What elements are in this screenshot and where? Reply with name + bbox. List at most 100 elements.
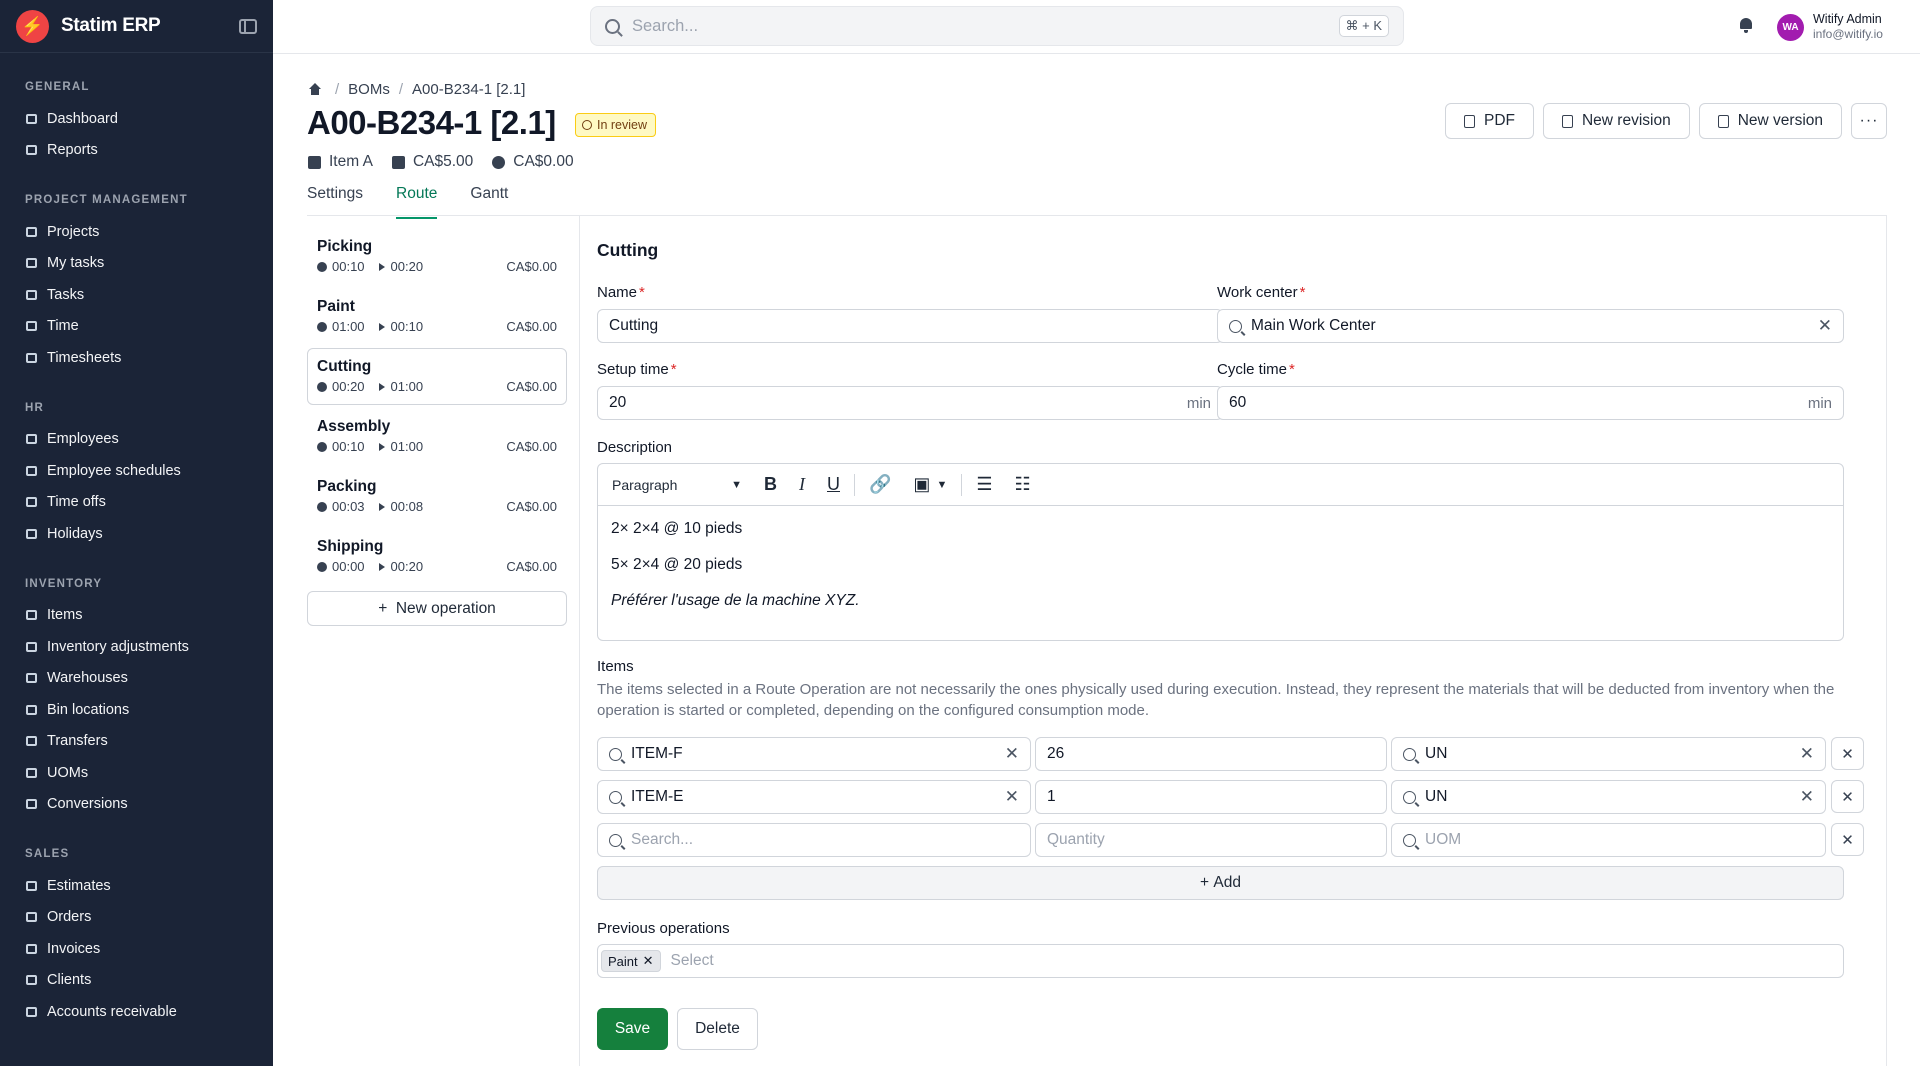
remove-row-button[interactable]: ✕: [1831, 737, 1864, 770]
bell-icon[interactable]: [1739, 18, 1753, 33]
bolt-logo-icon[interactable]: ⚡: [16, 9, 49, 43]
operation-item[interactable]: Picking 00:10 00:20 CA$0.00: [307, 228, 567, 285]
work-center-value: Main Work Center: [1251, 317, 1376, 334]
sidebar-item-conversions[interactable]: Conversions: [0, 789, 273, 821]
image-upload-icon[interactable]: ▣: [913, 474, 930, 495]
operation-item[interactable]: Packing 00:03 00:08 CA$0.00: [307, 468, 567, 525]
previous-operations-label: Previous operations: [597, 920, 730, 937]
ordered-list-icon[interactable]: ☰: [976, 474, 992, 495]
user-menu[interactable]: Witify Admin info@witify.io: [1813, 12, 1883, 42]
italic-icon[interactable]: I: [799, 474, 805, 495]
sidebar-item-dashboard[interactable]: Dashboard: [0, 103, 273, 135]
clear-icon[interactable]: ✕: [1800, 744, 1814, 764]
operation-item[interactable]: Paint 01:00 00:10 CA$0.00: [307, 288, 567, 345]
operation-form: Cutting Name * Cutting Work center * Main …: [579, 215, 1887, 1066]
new-revision-button[interactable]: New revision: [1542, 103, 1690, 139]
tab-route[interactable]: Route: [396, 185, 438, 219]
play-icon: [378, 262, 385, 271]
sidebar-item-employee-schedules[interactable]: Employee schedules: [0, 455, 273, 487]
chevron-down-icon[interactable]: ▼: [936, 479, 947, 491]
sidebar-item-clients[interactable]: Clients: [0, 965, 273, 997]
underline-icon[interactable]: U: [827, 474, 840, 495]
sidebar-item-label: Clients: [47, 972, 92, 989]
operation-item[interactable]: Assembly 00:10 01:00 CA$0.00: [307, 408, 567, 465]
new-operation-button[interactable]: + New operation: [307, 591, 567, 626]
sidebar-item-label: Transfers: [47, 733, 108, 750]
bold-icon[interactable]: B: [764, 474, 777, 495]
sidebar-item-holidays[interactable]: Holidays: [0, 518, 273, 550]
remove-row-button[interactable]: ✕: [1831, 823, 1864, 856]
quantity-input[interactable]: Quantity: [1035, 823, 1387, 857]
item-select[interactable]: ITEM-E ✕: [597, 780, 1031, 814]
avatar[interactable]: WA: [1777, 14, 1804, 41]
save-button[interactable]: Save: [597, 1008, 668, 1050]
sidebar-item-timesheets[interactable]: Timesheets: [0, 342, 273, 374]
play-icon: [378, 562, 385, 571]
sidebar-item-my-tasks[interactable]: My tasks: [0, 248, 273, 280]
bullet-list-icon[interactable]: ☷: [1014, 474, 1030, 495]
sidebar-toggle-icon[interactable]: [239, 18, 257, 34]
operation-cycle-time: 00:20: [390, 559, 424, 574]
clear-icon[interactable]: ✕: [1800, 787, 1814, 807]
more-options-button[interactable]: ···: [1851, 103, 1887, 139]
new-version-button[interactable]: New version: [1698, 103, 1842, 139]
add-item-button[interactable]: + Add: [597, 866, 1844, 900]
operation-item[interactable]: Shipping 00:00 00:20 CA$0.00: [307, 528, 567, 585]
tab-settings[interactable]: Settings: [307, 185, 363, 219]
work-center-label: Work center *: [1217, 284, 1305, 301]
sidebar-item-accounts-receivable[interactable]: Accounts receivable: [0, 996, 273, 1028]
tab-gantt[interactable]: Gantt: [470, 185, 508, 219]
cycle-time-input[interactable]: 60 min: [1217, 386, 1844, 420]
breadcrumb-current: A00-B234-1 [2.1]: [412, 81, 526, 98]
uom-input[interactable]: UOM: [1391, 823, 1826, 857]
item-search-input[interactable]: Search...: [597, 823, 1031, 857]
sidebar-item-time-offs[interactable]: Time offs: [0, 487, 273, 519]
clear-icon[interactable]: ✕: [1818, 316, 1832, 336]
description-content[interactable]: 2× 2×4 @ 10 pieds 5× 2×4 @ 20 pieds Préf…: [598, 506, 1843, 640]
sidebar-item-tasks[interactable]: Tasks: [0, 279, 273, 311]
sidebar-item-estimates[interactable]: Estimates: [0, 870, 273, 902]
sidebar-item-reports[interactable]: Reports: [0, 135, 273, 167]
link-icon[interactable]: 🔗: [869, 474, 891, 495]
clear-icon[interactable]: ✕: [1005, 787, 1019, 807]
sidebar-item-warehouses[interactable]: Warehouses: [0, 663, 273, 695]
uom-select[interactable]: UN ✕: [1391, 737, 1826, 771]
previous-operations-select[interactable]: Paint ✕ Select: [597, 944, 1844, 978]
uom-select[interactable]: UN ✕: [1391, 780, 1826, 814]
sidebar-item-orders[interactable]: Orders: [0, 902, 273, 934]
breadcrumb-boms[interactable]: BOMs: [348, 81, 390, 98]
sidebar-item-label: Reports: [47, 142, 98, 159]
sidebar-item-projects[interactable]: Projects: [0, 216, 273, 248]
sidebar-item-invoices[interactable]: Invoices: [0, 933, 273, 965]
sidebar-item-uoms[interactable]: UOMs: [0, 757, 273, 789]
pdf-button[interactable]: PDF: [1444, 103, 1534, 139]
setup-time-value: 20: [609, 394, 627, 411]
work-center-select[interactable]: Main Work Center ✕: [1217, 309, 1844, 343]
clear-icon[interactable]: ✕: [1005, 744, 1019, 764]
toolbar-divider: [854, 473, 855, 496]
sidebar-item-inventory-adjustments[interactable]: Inventory adjustments: [0, 631, 273, 663]
operation-cycle-time: 00:10: [390, 319, 424, 334]
sidebar-item-time[interactable]: Time: [0, 311, 273, 343]
operation-meta: 00:20 01:00 CA$0.00: [317, 379, 557, 394]
name-input[interactable]: Cutting: [597, 309, 1223, 343]
remove-chip-icon[interactable]: ✕: [643, 953, 654, 969]
operation-item[interactable]: Cutting 00:20 01:00 CA$0.00: [307, 348, 567, 405]
quantity-input[interactable]: 26: [1035, 737, 1387, 771]
delete-button[interactable]: Delete: [677, 1008, 758, 1050]
operations-list: Picking 00:10 00:20 CA$0.00 Paint 01:00 00:10 C…: [307, 228, 567, 626]
sidebar-item-transfers[interactable]: Transfers: [0, 726, 273, 758]
quantity-input[interactable]: 1: [1035, 780, 1387, 814]
global-search[interactable]: Search... ⌘ + K: [590, 6, 1404, 46]
operation-setup-time: 00:20: [332, 379, 365, 394]
sidebar-item-employees[interactable]: Employees: [0, 424, 273, 456]
sidebar-item-items[interactable]: Items: [0, 600, 273, 632]
meta-time-cost-label: CA$0.00: [513, 153, 574, 170]
home-icon[interactable]: [308, 83, 322, 96]
setup-time-input[interactable]: 20 min: [597, 386, 1223, 420]
item-select[interactable]: ITEM-F ✕: [597, 737, 1031, 771]
description-label: Description: [597, 439, 673, 456]
remove-row-button[interactable]: ✕: [1831, 780, 1864, 813]
paragraph-select[interactable]: Paragraph ▼: [612, 477, 742, 493]
sidebar-item-bin-locations[interactable]: Bin locations: [0, 694, 273, 726]
